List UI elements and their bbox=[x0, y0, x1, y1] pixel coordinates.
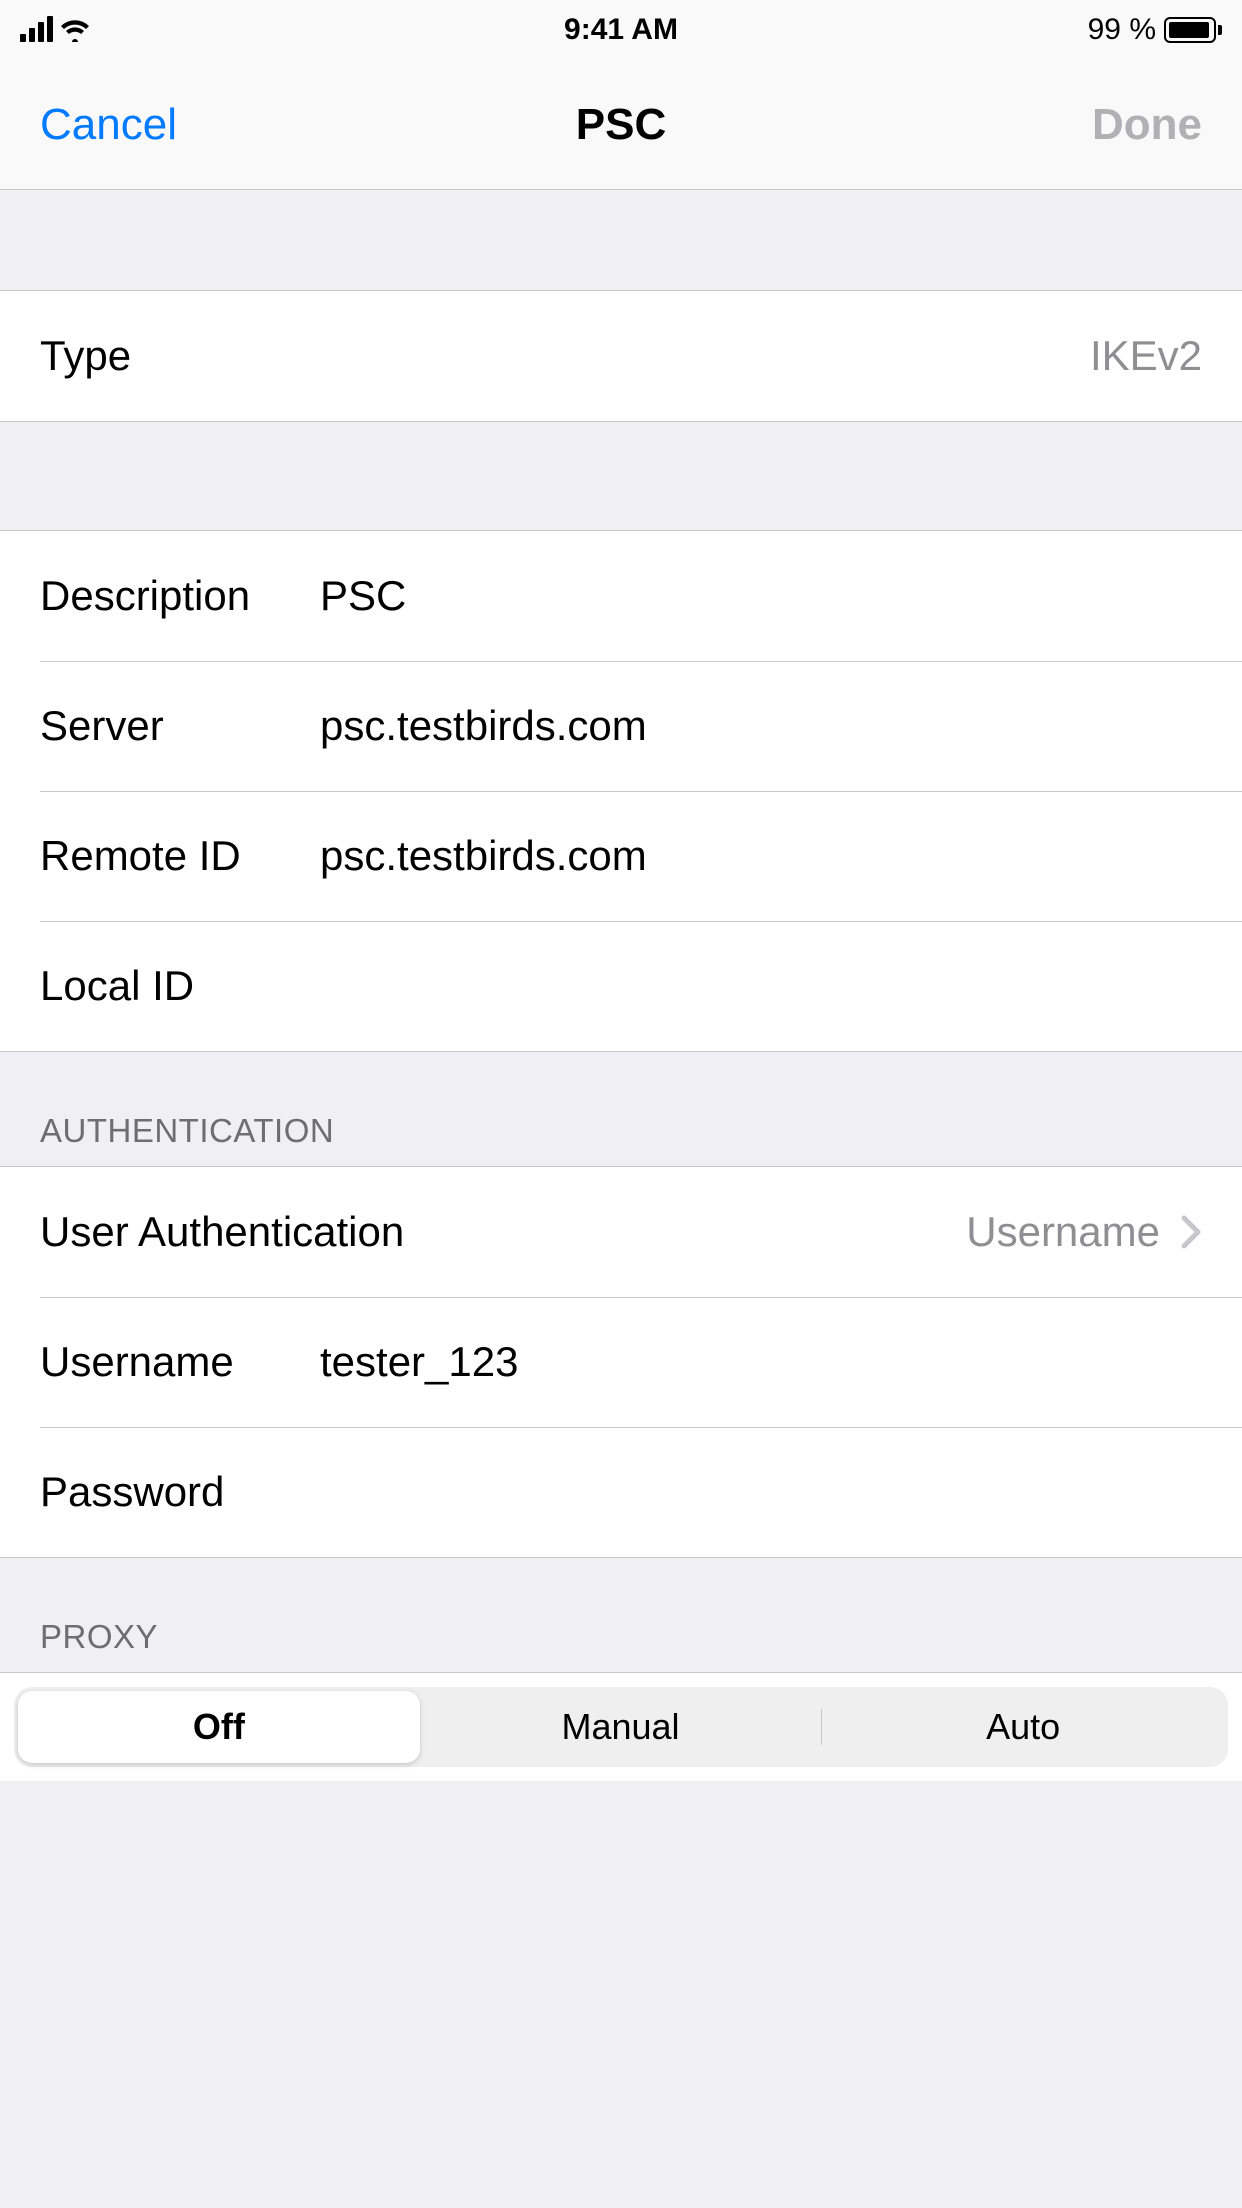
type-label: Type bbox=[40, 332, 320, 380]
local-id-label: Local ID bbox=[40, 962, 320, 1010]
type-row[interactable]: Type IKEv2 bbox=[0, 291, 1242, 421]
password-label: Password bbox=[40, 1468, 320, 1516]
local-id-row[interactable]: Local ID bbox=[0, 921, 1242, 1051]
status-right: 99 % bbox=[1088, 13, 1222, 47]
username-row[interactable]: Username bbox=[0, 1297, 1242, 1427]
type-value: IKEv2 bbox=[1090, 332, 1202, 380]
server-input[interactable] bbox=[320, 702, 1202, 750]
proxy-segmented-control: Off Manual Auto bbox=[14, 1687, 1228, 1767]
type-group: Type IKEv2 bbox=[0, 290, 1242, 422]
config-group: Description Server Remote ID Local ID bbox=[0, 530, 1242, 1052]
status-left bbox=[20, 18, 91, 42]
description-input[interactable] bbox=[320, 572, 1202, 620]
cancel-button[interactable]: Cancel bbox=[40, 100, 177, 150]
proxy-header: PROXY bbox=[0, 1558, 1242, 1672]
user-authentication-label: User Authentication bbox=[40, 1208, 404, 1256]
server-label: Server bbox=[40, 702, 320, 750]
password-row[interactable]: Password bbox=[0, 1427, 1242, 1557]
cellular-signal-icon bbox=[20, 18, 53, 42]
username-label: Username bbox=[40, 1338, 320, 1386]
description-row[interactable]: Description bbox=[0, 531, 1242, 661]
status-bar: 9:41 AM 99 % bbox=[0, 0, 1242, 60]
status-time: 9:41 AM bbox=[564, 13, 678, 47]
proxy-segment-manual[interactable]: Manual bbox=[420, 1691, 822, 1763]
server-row[interactable]: Server bbox=[0, 661, 1242, 791]
local-id-input[interactable] bbox=[320, 962, 1202, 1010]
remote-id-label: Remote ID bbox=[40, 832, 320, 880]
nav-bar: Cancel PSC Done bbox=[0, 60, 1242, 190]
password-input[interactable] bbox=[320, 1468, 1202, 1516]
proxy-group: Off Manual Auto bbox=[0, 1672, 1242, 1781]
done-button[interactable]: Done bbox=[1092, 100, 1202, 150]
description-label: Description bbox=[40, 572, 320, 620]
auth-group: User Authentication Username Username Pa… bbox=[0, 1166, 1242, 1558]
username-input[interactable] bbox=[320, 1338, 1202, 1386]
chevron-right-icon bbox=[1180, 1214, 1202, 1250]
authentication-header: AUTHENTICATION bbox=[0, 1052, 1242, 1166]
page-title: PSC bbox=[576, 100, 666, 150]
user-authentication-row[interactable]: User Authentication Username bbox=[0, 1167, 1242, 1297]
battery-icon bbox=[1164, 17, 1222, 43]
proxy-segment-auto[interactable]: Auto bbox=[822, 1691, 1224, 1763]
remote-id-row[interactable]: Remote ID bbox=[0, 791, 1242, 921]
battery-percentage: 99 % bbox=[1088, 13, 1156, 47]
wifi-icon bbox=[59, 18, 91, 42]
proxy-segment-off[interactable]: Off bbox=[18, 1691, 420, 1763]
user-authentication-value: Username bbox=[966, 1208, 1160, 1256]
remote-id-input[interactable] bbox=[320, 832, 1202, 880]
